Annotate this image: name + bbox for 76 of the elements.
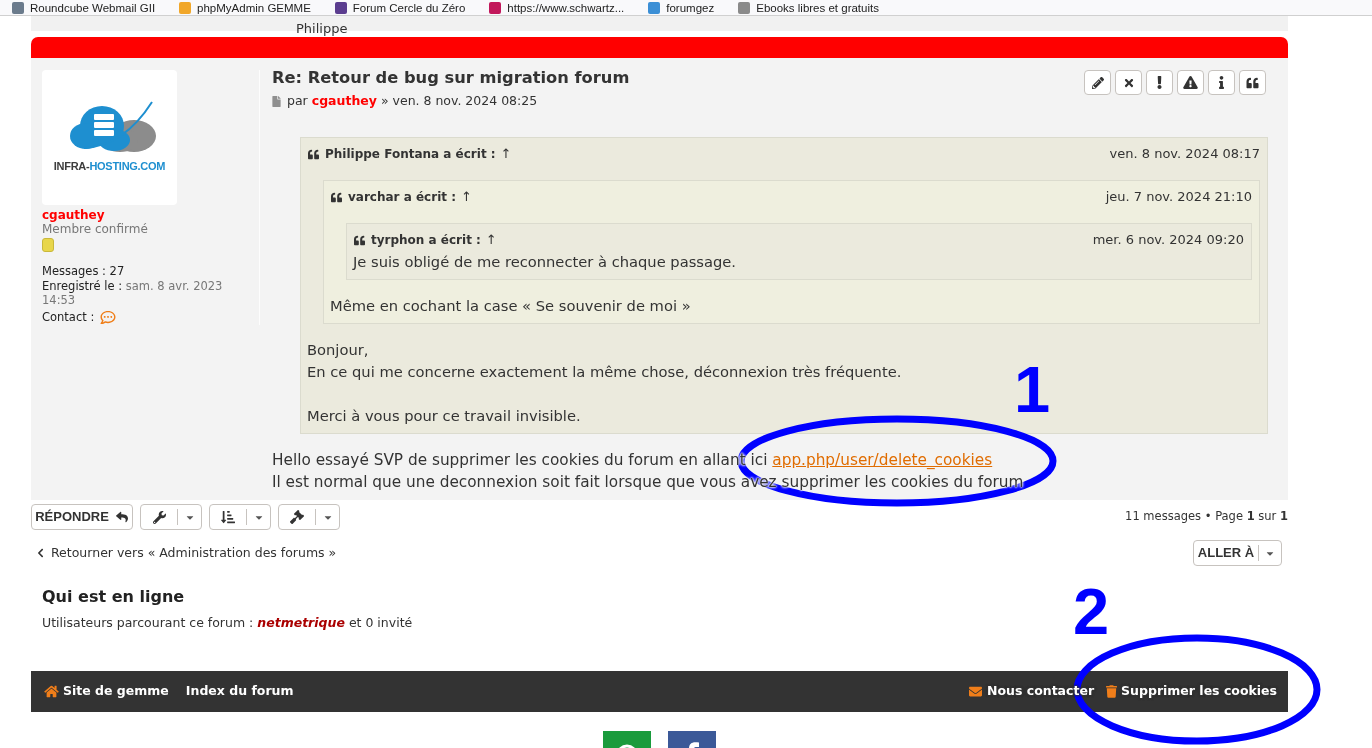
quote-text: Bonjour, [307, 340, 370, 360]
site-icon [648, 1, 661, 14]
moderation-dropdown-button[interactable] [278, 504, 340, 530]
gavel-icon [290, 510, 304, 524]
quote-icon [1246, 76, 1259, 89]
quote-date: mer. 6 nov. 2024 09:20 [1092, 231, 1244, 250]
delete-button[interactable] [1115, 70, 1142, 95]
annotation-number: 1 [1014, 357, 1051, 422]
back-link[interactable]: Retourner vers « Administration des forums » [51, 543, 337, 563]
messages-count: Messages : 27 [42, 264, 126, 279]
jump-to-dropdown-button[interactable]: ALLER À [1193, 540, 1282, 566]
info-button[interactable] [1208, 70, 1235, 95]
jump-to-post-link[interactable]: ↑ [460, 187, 472, 207]
quote-text: Je suis obligé de me reconnecter à chaque passage. [353, 252, 738, 272]
quote-icon [330, 191, 343, 203]
sort-dropdown-button[interactable] [209, 504, 271, 530]
quote-text: Même en cochant la case « Se souvenir de moi » [330, 296, 692, 316]
rank-badge-icon [42, 238, 54, 252]
bookmark-link[interactable]: Roundcube Webmail GII [30, 0, 156, 15]
username-link[interactable]: netmetrique [257, 615, 345, 630]
quote-icon [353, 234, 366, 246]
logo-text: INFRA-HOSTING.COM [53, 159, 166, 175]
cross-icon [1123, 76, 1134, 89]
reply-arrow-icon [114, 511, 129, 523]
site-icon [334, 1, 347, 14]
reply-button[interactable]: RÉPONDRE [31, 504, 133, 530]
quote-text: Merci à vous pour ce travail invisible. [307, 406, 582, 426]
info-icon [1219, 76, 1224, 89]
pencil-icon [1091, 76, 1104, 89]
warning-icon [1183, 76, 1198, 89]
warn-button[interactable] [1177, 70, 1204, 95]
jump-to-post-link[interactable]: ↑ [500, 144, 512, 164]
site-icon [12, 1, 24, 14]
post-title: Re: Retour de bug sur migration forum [272, 67, 630, 89]
sort-icon [221, 510, 235, 524]
footer-link[interactable]: Supprimer les cookies [1106, 682, 1277, 701]
report-button[interactable] [1146, 70, 1173, 95]
quote-icon [307, 148, 320, 160]
quote-author: tyrphon a écrit : [371, 232, 481, 249]
bookmark-link[interactable]: Ebooks libres et gratuits [756, 0, 879, 15]
quote-text: En ce qui me concerne exactement la même chose, déconnexion très fréquente. [307, 362, 903, 382]
bookmark-link[interactable]: forumgez [666, 0, 715, 15]
jump-to-post-link[interactable]: ↑ [485, 230, 497, 250]
post-byline: par cgauthey » ven. 8 nov. 2024 08:25 [287, 92, 538, 110]
annotation-number: 2 [1073, 579, 1110, 644]
quote-button[interactable] [1239, 70, 1266, 95]
bookmark-link[interactable]: https://www.schwartz... [507, 0, 625, 15]
quote-date: ven. 8 nov. 2024 08:17 [1109, 145, 1260, 164]
footer-link[interactable]: Site de gemme [44, 682, 169, 701]
envelope-icon [968, 685, 983, 698]
author-link[interactable]: cgauthey [311, 93, 377, 108]
registration-date: Enregistré le : sam. 8 avr. 2023 14:53 [42, 279, 224, 307]
site-icon [738, 1, 751, 14]
site-icon [489, 1, 502, 14]
signature-text: Philippe [296, 21, 348, 36]
pagination-text: 11 messages • Page 1 sur 1 [1125, 508, 1288, 526]
wrench-icon [152, 510, 166, 524]
quote-date: jeu. 7 nov. 2024 21:10 [1105, 188, 1252, 207]
rank-title: Membre confirmé [42, 222, 149, 236]
chevron-left-icon [37, 548, 44, 558]
quote-author: varchar a écrit : [348, 189, 456, 206]
home-icon [44, 685, 59, 698]
online-heading: Qui est en ligne [41, 587, 185, 607]
bookmark-link[interactable]: Forum Cercle du Zéro [352, 0, 466, 15]
author-name[interactable]: cgauthey [42, 208, 253, 222]
quote-author: Philippe Fontana a écrit : [325, 146, 496, 163]
contact-label: Contact : [42, 310, 95, 325]
exclamation-icon [1157, 76, 1162, 89]
trash-icon [1106, 685, 1118, 698]
online-users-text: Utilisateurs parcourant ce forum : netmetrique et 0 invité [41, 615, 413, 631]
document-icon [272, 95, 281, 107]
edit-button[interactable] [1084, 70, 1111, 95]
bookmark-link[interactable]: phpMyAdmin GEMME [197, 0, 311, 15]
tools-dropdown-button[interactable] [140, 504, 202, 530]
footer-link[interactable]: Index du forum [185, 682, 294, 701]
site-icon [179, 1, 192, 14]
